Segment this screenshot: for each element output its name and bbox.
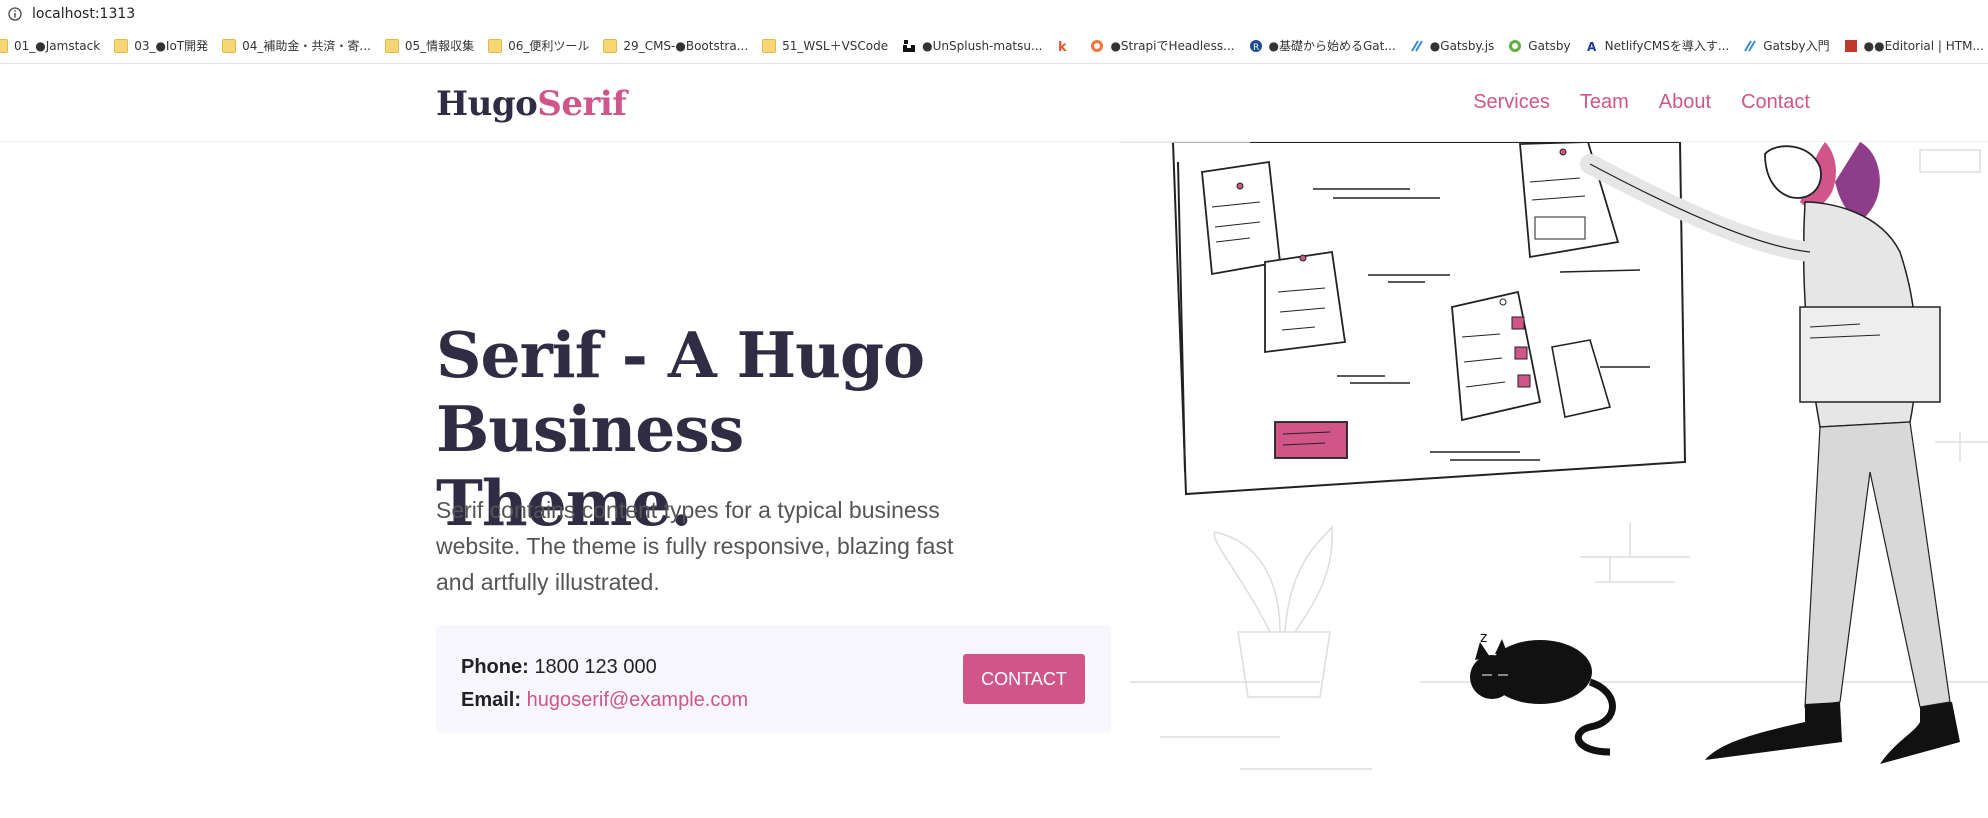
plant (1213, 525, 1334, 698)
main-nav: Services Team About Contact (1473, 91, 1810, 114)
bookmark-label: ●基礎から始めるGat... (1268, 39, 1396, 53)
bookmark-label: 04_補助金・共済・寄... (242, 39, 371, 53)
phone-label: Phone: (461, 656, 529, 678)
nav-services[interactable]: Services (1473, 91, 1550, 114)
a-icon: A (1587, 40, 1597, 53)
bookmark-label: 01_●Jamstack (14, 38, 101, 53)
firefox-icon (1091, 39, 1104, 52)
sleeping-cat: z (1470, 630, 1616, 756)
svg-text:A: A (1587, 40, 1597, 53)
folder-icon (762, 38, 777, 53)
bookmark-item[interactable]: ●UnSplush-matsu... (902, 34, 1042, 58)
email-row: Email: hugoserif@example.com (461, 684, 748, 717)
bookmark-label: NetlifyCMSを導入す... (1604, 39, 1730, 53)
hero-description-line-1: Serif contains content types for a typic… (436, 497, 940, 523)
nav-team[interactable]: Team (1580, 91, 1629, 114)
sticky-note-2 (1264, 250, 1347, 354)
hero-description-line-2: website. The theme is fully responsive, … (436, 533, 954, 559)
bookmark-item[interactable]: 05_情報収集 (384, 34, 475, 58)
logo-part-serif: Serif (537, 84, 627, 124)
site-header: HugoSerif Services Team About Contact (0, 64, 1988, 142)
bookmark-label: ●Gatsby.js (1429, 38, 1495, 53)
phone-value: 1800 123 000 (534, 656, 657, 678)
woman-figure (1580, 142, 1960, 764)
r-icon: R (1249, 39, 1262, 53)
bookmark-item[interactable]: 03_●IoT開発 (114, 34, 208, 58)
address-bar[interactable]: localhost:1313 (0, 0, 1988, 28)
bookmark-item[interactable]: 51_WSL＋VSCode (762, 34, 888, 58)
hero-description-line-3: and artfully illustrated. (436, 569, 660, 595)
hero-illustration: z (1120, 142, 1988, 770)
svg-text:k: k (1058, 40, 1067, 53)
bookmark-label: Gatsby (1528, 38, 1571, 53)
bookmark-label: ●UnSplush-matsu... (922, 38, 1043, 53)
svg-text:R: R (1253, 43, 1259, 53)
bookmark-label: 03_●IoT開発 (134, 39, 209, 53)
bookmark-item[interactable]: ●Gatsby.js (1410, 34, 1495, 58)
bookmark-label: 05_情報収集 (404, 39, 475, 53)
bookmark-label: 29_CMS-●Bootstra... (623, 38, 749, 53)
email-link[interactable]: hugoserif@example.com (527, 689, 749, 711)
hero-description: Serif contains content types for a typic… (436, 492, 1006, 600)
checklist-note (1451, 290, 1542, 422)
netlify-icon (1744, 39, 1757, 52)
phone-row: Phone: 1800 123 000 (461, 651, 748, 684)
folder-icon (488, 38, 503, 53)
bookmark-item[interactable]: 06_便利ツール (488, 34, 589, 58)
bookmark-item[interactable]: ●●Editorial | HTM... (1844, 34, 1984, 58)
bookmark-label: 06_便利ツール (508, 39, 590, 53)
email-label: Email: (461, 689, 522, 711)
url-text[interactable]: localhost:1313 (32, 6, 135, 22)
folder-icon (603, 38, 618, 53)
netlify-icon (1410, 39, 1423, 52)
nav-contact[interactable]: Contact (1741, 91, 1810, 114)
bookmark-label: ●●Editorial | HTM... (1863, 38, 1984, 53)
contact-button[interactable]: CONTACT (963, 654, 1085, 704)
contact-box: Phone: 1800 123 000 Email: hugoserif@exa… (436, 625, 1111, 733)
hsu-icon (1844, 39, 1857, 52)
small-note (1551, 339, 1612, 418)
pink-tag (1274, 421, 1348, 459)
sticky-note-1 (1201, 160, 1281, 276)
bookmark-item[interactable]: 29_CMS-●Bootstra... (603, 34, 748, 58)
bookmark-label: Gatsby入門 (1763, 39, 1830, 53)
sticky-note-3 (1519, 142, 1620, 259)
info-icon[interactable] (8, 7, 22, 21)
logo-part-hugo: Hugo (436, 84, 538, 124)
folder-icon (222, 38, 237, 53)
bookmark-label: 51_WSL＋VSCode (782, 39, 889, 53)
bookmark-label: ●StrapiでHeadless... (1110, 39, 1235, 53)
bookmark-item[interactable]: 01_●Jamstack (0, 34, 100, 58)
unsplash-icon (903, 39, 916, 52)
k-icon: k (1058, 40, 1067, 53)
bookmark-item[interactable]: R ●基礎から始めるGat... (1249, 34, 1396, 58)
bookmark-item[interactable]: Gatsby入門 (1743, 34, 1830, 58)
bookmark-item[interactable]: A NetlifyCMSを導入す... (1585, 34, 1730, 58)
svg-text:z: z (1480, 630, 1487, 646)
bookmark-item[interactable]: Gatsby (1508, 34, 1571, 58)
folder-icon (114, 38, 129, 53)
bookmark-item[interactable]: 04_補助金・共済・寄... (222, 34, 371, 58)
site-logo[interactable]: HugoSerif (436, 84, 627, 124)
contact-details: Phone: 1800 123 000 Email: hugoserif@exa… (461, 651, 748, 717)
folder-icon (384, 38, 399, 53)
folder-icon (0, 38, 8, 53)
hero-title-line-1: Serif - A Hugo (436, 318, 925, 392)
bookmarks-bar: 01_●Jamstack 03_●IoT開発 04_補助金・共済・寄... 05_情報… (0, 28, 1988, 64)
bookmark-item[interactable]: ●StrapiでHeadless... (1090, 34, 1235, 58)
nav-about[interactable]: About (1659, 91, 1711, 114)
bookmark-item[interactable]: k (1056, 34, 1076, 58)
gatsby-icon (1509, 39, 1522, 52)
